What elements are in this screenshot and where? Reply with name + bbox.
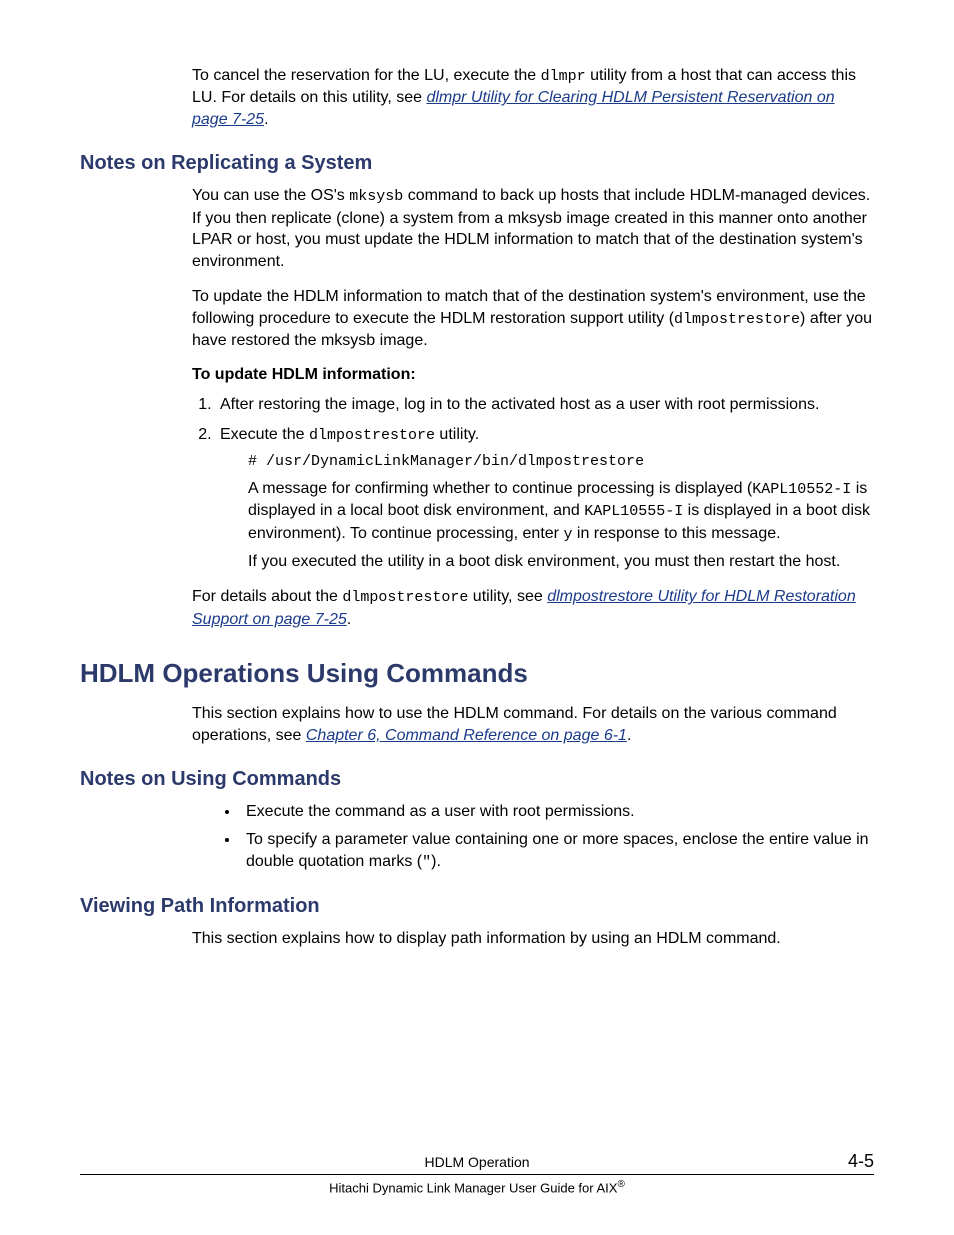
content-area: To cancel the reservation for the LU, ex… [80, 65, 874, 1151]
command-line: # /usr/DynamicLinkManager/bin/dlmpostres… [248, 452, 874, 472]
text: To specify a parameter value containing … [246, 831, 869, 870]
text: . [627, 727, 631, 744]
text: . [264, 111, 268, 128]
paragraph: To update the HDLM information to match … [192, 286, 874, 351]
intro-paragraph: To cancel the reservation for the LU, ex… [192, 65, 874, 130]
text: Execute the command as a user with root … [246, 803, 635, 820]
text: in response to this message. [572, 525, 780, 542]
text: Hitachi Dynamic Link Manager User Guide … [329, 1180, 617, 1195]
paragraph: For details about the dlmpostrestore uti… [192, 586, 874, 630]
paragraph: You can use the OS's mksysb command to b… [192, 185, 874, 272]
page-footer: HDLM Operation 4-5 Hitachi Dynamic Link … [80, 1151, 874, 1195]
heading-hdlm-operations: HDLM Operations Using Commands [80, 658, 874, 689]
heading-viewing-path-info: Viewing Path Information [80, 895, 874, 918]
list-item: To specify a parameter value containing … [240, 829, 874, 873]
text: You can use the OS's [192, 187, 349, 204]
list-item: Execute the dlmpostrestore utility. # /u… [216, 424, 874, 573]
paragraph: A message for confirming whether to cont… [248, 478, 874, 545]
text: To cancel the reservation for the LU, ex… [192, 67, 541, 84]
page-number: 4-5 [814, 1151, 874, 1172]
link-chapter6[interactable]: Chapter 6, Command Reference on page 6-1 [306, 727, 627, 744]
inline-code: KAPL10552-I [752, 481, 851, 498]
text: A message for confirming whether to cont… [248, 480, 752, 497]
inline-code: dlmpostrestore [309, 427, 435, 444]
footer-chapter-title: HDLM Operation [140, 1154, 814, 1170]
inline-code: mksysb [349, 188, 403, 205]
text: Execute the [220, 426, 309, 443]
ordered-list: After restoring the image, log in to the… [192, 394, 874, 572]
procedure-heading: To update HDLM information: [192, 366, 874, 384]
list-item: After restoring the image, log in to the… [216, 394, 874, 416]
paragraph: If you executed the utility in a boot di… [248, 551, 874, 573]
list-item: Execute the command as a user with root … [240, 801, 874, 823]
heading-notes-using-commands: Notes on Using Commands [80, 768, 874, 791]
footer-top-row: HDLM Operation 4-5 [80, 1151, 874, 1175]
inline-code: KAPL10555-I [584, 503, 683, 520]
text: utility, see [468, 588, 547, 605]
registered-mark: ® [617, 1179, 624, 1190]
inline-code: dlmpr [541, 68, 586, 85]
text: utility. [435, 426, 479, 443]
page: To cancel the reservation for the LU, ex… [0, 0, 954, 1235]
text: For details about the [192, 588, 342, 605]
text: ). [431, 853, 441, 870]
step-detail: # /usr/DynamicLinkManager/bin/dlmpostres… [248, 452, 874, 573]
footer-book-title: Hitachi Dynamic Link Manager User Guide … [80, 1175, 874, 1195]
paragraph: This section explains how to display pat… [192, 928, 874, 950]
inline-code: " [422, 854, 431, 871]
text: After restoring the image, log in to the… [220, 396, 819, 413]
text: . [347, 611, 351, 628]
paragraph: This section explains how to use the HDL… [192, 703, 874, 746]
inline-code: dlmpostrestore [342, 589, 468, 606]
inline-code: dlmpostrestore [674, 311, 800, 328]
heading-notes-replicating: Notes on Replicating a System [80, 152, 874, 175]
bullet-list: Execute the command as a user with root … [192, 801, 874, 872]
